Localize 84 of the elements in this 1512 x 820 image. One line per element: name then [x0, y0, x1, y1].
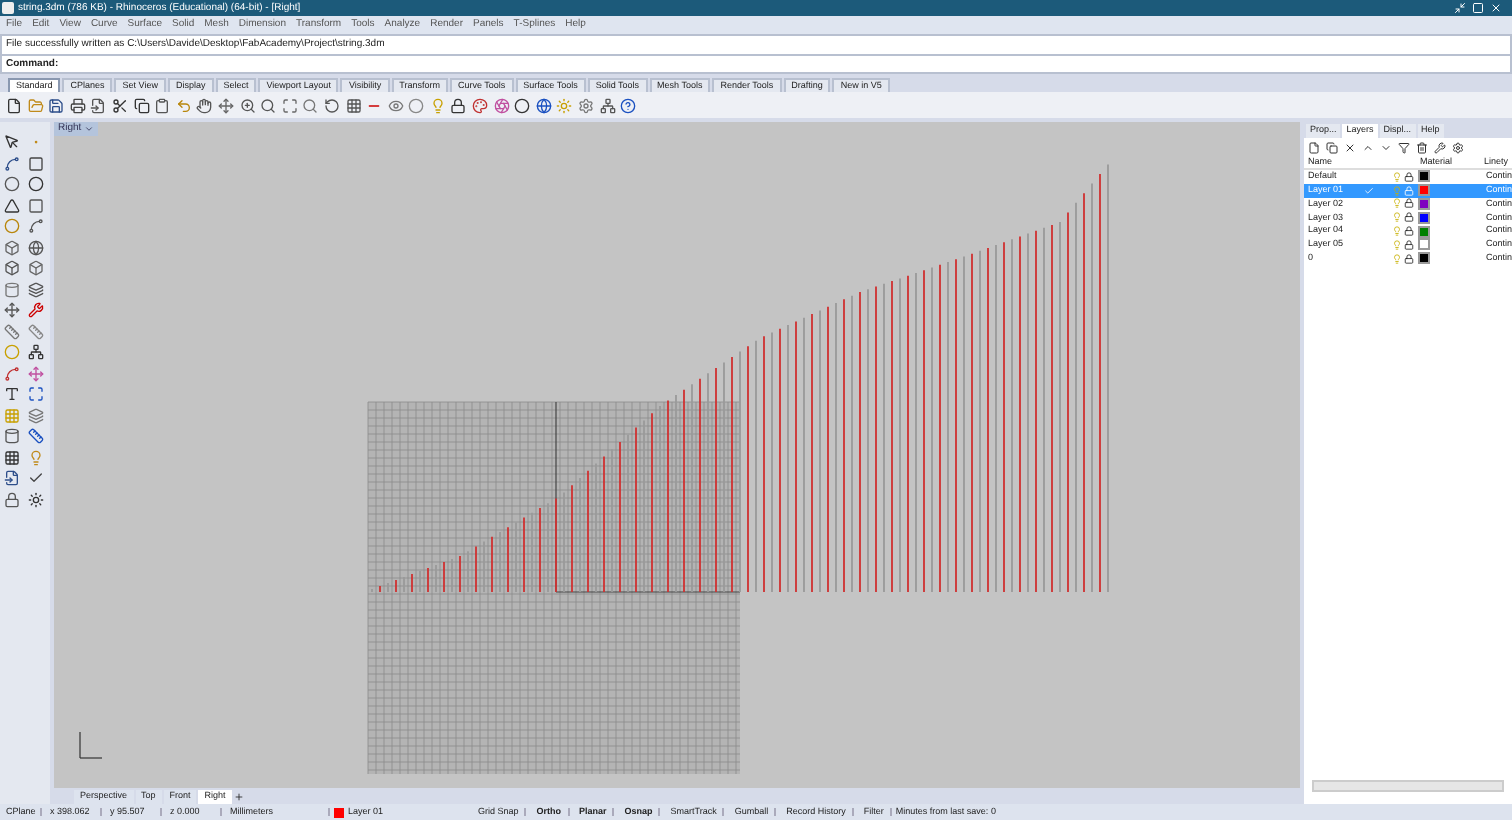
cylinder-icon[interactable] [4, 428, 20, 444]
lock-icon[interactable] [1404, 171, 1414, 182]
hand-icon[interactable] [196, 97, 213, 113]
layer-color-swatch[interactable] [1420, 227, 1428, 236]
trash-icon[interactable] [1416, 141, 1428, 153]
settings-icon[interactable] [1452, 141, 1464, 153]
lock-icon[interactable] [1404, 198, 1414, 209]
check-icon[interactable] [27, 470, 43, 486]
sun-icon[interactable] [27, 491, 43, 507]
text-icon[interactable] [4, 386, 20, 402]
wrench-icon[interactable] [27, 302, 43, 318]
ruler-icon[interactable] [27, 428, 43, 444]
lock-icon[interactable] [1404, 226, 1414, 237]
pointer-icon[interactable] [4, 134, 20, 150]
import-icon[interactable] [90, 97, 107, 113]
globe-icon[interactable] [535, 97, 552, 113]
layer-color-swatch[interactable] [1420, 240, 1428, 249]
axis-icon [79, 731, 103, 759]
eye-icon[interactable] [387, 97, 404, 113]
curve-icon[interactable] [27, 218, 43, 234]
move-icon[interactable] [4, 302, 20, 318]
add-icon[interactable] [233, 791, 244, 801]
layers-icon[interactable] [27, 281, 43, 297]
up-icon[interactable] [1362, 141, 1374, 153]
lock-icon[interactable] [1404, 212, 1414, 223]
restore-icon[interactable] [1472, 2, 1484, 14]
palette-icon[interactable] [472, 97, 489, 113]
network-icon[interactable] [599, 97, 616, 113]
delete-icon[interactable] [1344, 141, 1356, 153]
search-icon[interactable] [260, 97, 277, 113]
grid-icon[interactable] [4, 449, 20, 465]
circle-icon[interactable] [408, 97, 425, 113]
scissors-icon[interactable] [111, 97, 128, 113]
curve-icon[interactable] [4, 155, 20, 171]
move-icon[interactable] [27, 365, 43, 381]
lock-icon[interactable] [450, 97, 467, 113]
save-icon[interactable] [48, 97, 65, 113]
layer-color-swatch[interactable] [1420, 213, 1428, 222]
ruler-icon[interactable] [4, 323, 20, 339]
clipboard-icon[interactable] [154, 97, 171, 113]
close-icon[interactable] [1490, 2, 1502, 14]
layer-color-swatch[interactable] [1420, 172, 1428, 181]
settings-icon[interactable] [578, 97, 595, 113]
caret-icon[interactable] [83, 124, 94, 134]
scrollbar[interactable] [1312, 780, 1504, 792]
cube-icon[interactable] [4, 260, 20, 276]
layer-color-swatch[interactable] [1420, 186, 1428, 195]
lock-icon[interactable] [4, 491, 20, 507]
new-file-icon[interactable] [6, 97, 22, 113]
circle-icon[interactable] [4, 218, 20, 234]
ruler-icon[interactable] [27, 323, 43, 339]
lock-icon[interactable] [1404, 239, 1414, 250]
network-icon[interactable] [27, 344, 43, 360]
triangle-icon[interactable] [4, 197, 20, 213]
square-icon[interactable] [27, 197, 43, 213]
box-icon[interactable] [4, 239, 20, 255]
lock-icon[interactable] [1404, 253, 1414, 264]
layer-color-swatch[interactable] [1420, 254, 1428, 263]
undo-icon[interactable] [175, 97, 192, 113]
circle-icon[interactable] [4, 176, 20, 192]
import-icon[interactable] [4, 470, 20, 486]
new-layer-icon[interactable] [1308, 141, 1320, 153]
cylinder-icon[interactable] [4, 281, 20, 297]
down-icon[interactable] [1380, 141, 1392, 153]
grid-icon[interactable] [345, 97, 361, 113]
aperture-icon[interactable] [493, 97, 510, 113]
rotate-icon[interactable] [323, 97, 340, 113]
move-icon[interactable] [217, 97, 234, 113]
rectangle-icon[interactable] [27, 155, 43, 171]
zoom-window-icon[interactable] [302, 97, 319, 113]
wrench-icon[interactable] [1434, 141, 1446, 153]
cube-icon[interactable] [27, 260, 43, 276]
app-logo-icon [2, 2, 14, 14]
curve-icon[interactable] [4, 365, 20, 381]
filter-icon[interactable] [1398, 141, 1410, 153]
minimize-icon[interactable] [1454, 2, 1466, 14]
layer-color-swatch[interactable] [1420, 199, 1428, 208]
zoom-icon[interactable] [239, 97, 256, 113]
copy-icon[interactable] [133, 97, 150, 113]
help-icon[interactable] [620, 97, 637, 113]
printer-icon[interactable] [69, 97, 86, 113]
copy-icon[interactable] [1326, 141, 1338, 153]
layers-icon[interactable] [27, 407, 43, 423]
maximize-icon[interactable] [281, 97, 298, 113]
